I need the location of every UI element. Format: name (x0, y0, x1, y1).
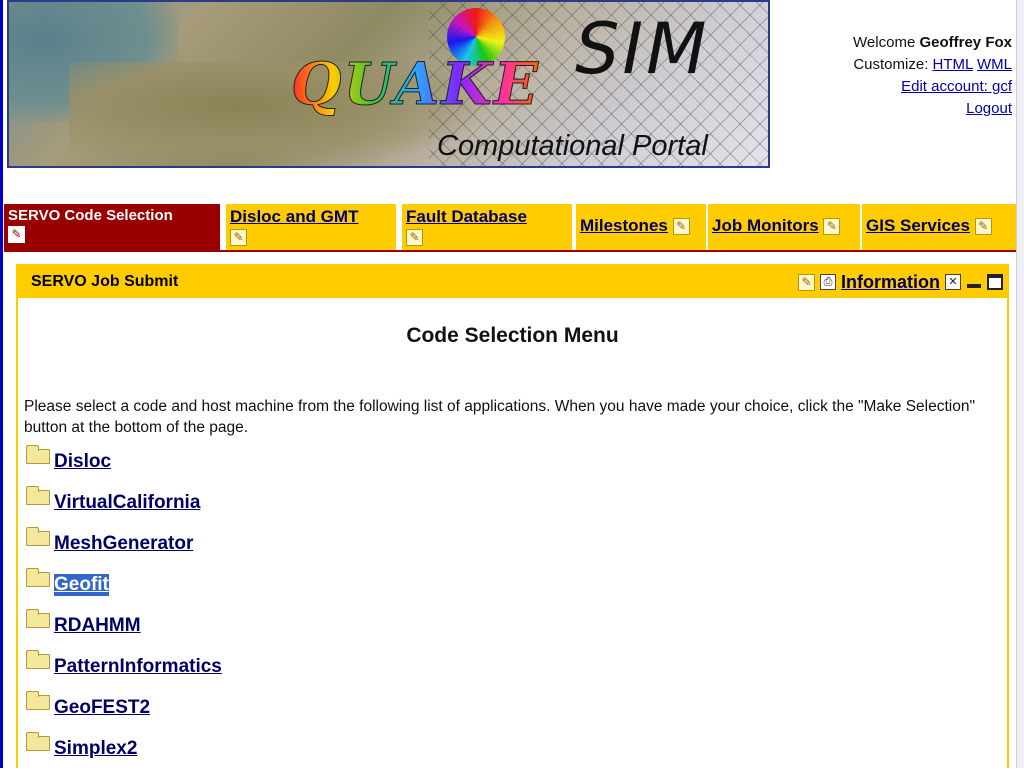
app-link-disloc[interactable]: Disloc (54, 451, 111, 473)
tab-gis-services[interactable]: GIS Services ✎ (862, 204, 1016, 250)
app-link-meshgenerator[interactable]: MeshGenerator (54, 533, 193, 555)
tab-disloc-and-gmt[interactable]: Disloc and GMT ✎ (226, 204, 396, 250)
logout-link[interactable]: Logout (966, 100, 1012, 117)
folder-icon (26, 486, 50, 505)
logo-sim-text: SIM (575, 8, 710, 90)
portlet-controls: ✎ ⎙ Information ✕ (798, 269, 1003, 295)
tab-servo-code-selection[interactable]: SERVO Code Selection ✎ (4, 204, 220, 250)
folder-icon (26, 691, 50, 710)
vertical-scrollbar[interactable] (1016, 0, 1024, 768)
app-link-rdahmm[interactable]: RDAHMM (54, 615, 141, 637)
app-link-geofit[interactable]: Geofit (54, 574, 109, 596)
quakesim-banner: QUAKE SIM Computational Portal (7, 0, 770, 168)
page-title: Code Selection Menu (406, 324, 619, 347)
folder-icon (26, 650, 50, 669)
information-link[interactable]: Information (841, 272, 940, 293)
minimize-icon[interactable] (966, 274, 982, 290)
instructions-text: Please select a code and host machine fr… (24, 398, 975, 436)
app-link-virtualcalifornia[interactable]: VirtualCalifornia (54, 492, 200, 514)
user-name: Geoffrey Fox (919, 34, 1012, 51)
folder-icon (26, 732, 50, 751)
maximize-icon[interactable] (987, 274, 1003, 290)
user-box: Welcome Geoffrey Fox Customize: HTML WML… (853, 32, 1012, 120)
portlet-header: SERVO Job Submit ✎ ⎙ Information ✕ (18, 266, 1007, 298)
pencil-icon[interactable]: ✎ (8, 226, 25, 243)
left-window-border (0, 0, 3, 768)
folder-icon (26, 527, 50, 546)
portlet-title: SERVO Job Submit (31, 273, 179, 290)
edit-account-link[interactable]: Edit account: gcf (901, 78, 1012, 95)
folder-icon (26, 609, 50, 628)
folder-icon (26, 445, 50, 464)
logo-quake-text: QUAKE (291, 50, 540, 119)
welcome-line: Welcome Geoffrey Fox (853, 34, 1012, 51)
tab-milestones[interactable]: Milestones ✎ (576, 204, 706, 250)
customize-wml-link[interactable]: WML (977, 56, 1012, 73)
app-link-simplex2[interactable]: Simplex2 (54, 738, 137, 760)
banner-subtitle: Computational Portal (437, 130, 708, 162)
pencil-icon[interactable]: ✎ (798, 273, 815, 291)
printer-icon[interactable]: ⎙ (820, 274, 836, 290)
folder-icon (26, 568, 50, 587)
portal-tab-bar: SERVO Code Selection ✎ Disloc and GMT ✎ … (4, 204, 1016, 250)
tab-underline (4, 250, 1016, 252)
app-link-patterninformatics[interactable]: PatternInformatics (54, 656, 222, 678)
pencil-icon[interactable]: ✎ (230, 229, 247, 246)
pencil-icon[interactable]: ✎ (974, 218, 992, 236)
close-box-icon[interactable]: ✕ (945, 274, 961, 290)
tab-job-monitors[interactable]: Job Monitors ✎ (708, 204, 860, 250)
customize-html-link[interactable]: HTML (933, 56, 973, 73)
pencil-icon[interactable]: ✎ (672, 218, 690, 236)
servo-job-submit-portlet: SERVO Job Submit ✎ ⎙ Information ✕ Code … (16, 264, 1009, 768)
app-link-geofest2[interactable]: GeoFEST2 (54, 697, 150, 719)
tab-fault-database[interactable]: Fault Database ✎ (402, 204, 572, 250)
customize-line: Customize: HTML WML (853, 56, 1012, 73)
pencil-icon[interactable]: ✎ (823, 218, 841, 236)
pencil-icon[interactable]: ✎ (406, 229, 423, 246)
